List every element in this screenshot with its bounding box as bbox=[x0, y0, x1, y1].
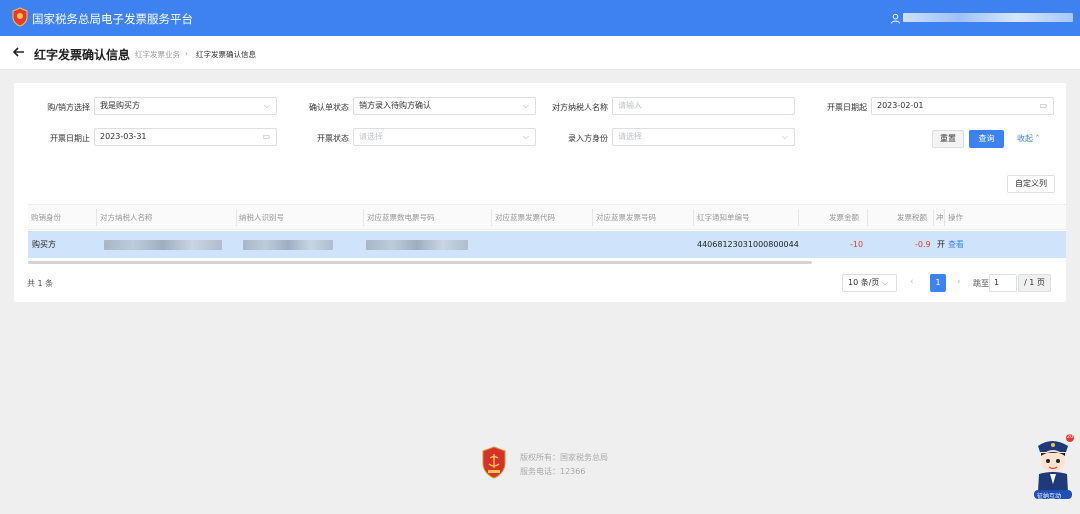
filter-label-date-start: 开票日期起 bbox=[827, 103, 867, 112]
col-header: 发票税额 bbox=[897, 213, 927, 222]
tax-bureau-emblem-icon bbox=[482, 446, 506, 479]
assistant-label: 征纳互动 bbox=[1037, 493, 1062, 500]
prev-page-icon[interactable]: ‹ bbox=[910, 277, 914, 287]
table-row[interactable]: 购买方 44068123031000800044 -10 -0.9 开 查看 bbox=[28, 231, 1066, 258]
cell-role: 购买方 bbox=[32, 240, 56, 249]
user-icon[interactable] bbox=[890, 13, 901, 24]
user-name-redacted[interactable] bbox=[903, 13, 1073, 22]
date-start-picker[interactable]: 2023-02-01 ▭ bbox=[871, 97, 1054, 115]
redacted-counterparty-name bbox=[104, 240, 222, 250]
back-arrow-icon[interactable] bbox=[12, 45, 26, 59]
horizontal-scrollbar[interactable] bbox=[28, 261, 812, 264]
page-number-current[interactable]: 1 bbox=[930, 274, 946, 292]
party-select[interactable]: 我是购买方 ⌵ bbox=[94, 97, 277, 115]
filter-label-party: 购/销方选择 bbox=[47, 103, 90, 112]
date-end-picker[interactable]: 2023-03-31 ▭ bbox=[94, 128, 277, 146]
custom-columns-button[interactable]: 自定义列 bbox=[1007, 175, 1055, 193]
filter-label-entry-role: 录入方身份 bbox=[568, 134, 608, 143]
redacted-taxpayer-id bbox=[243, 240, 333, 250]
page-title: 红字发票确认信息 bbox=[34, 48, 131, 62]
counterparty-input[interactable]: 请输入 bbox=[612, 97, 795, 115]
tax-emblem-icon bbox=[12, 7, 28, 27]
col-header: 对方纳税人名称 bbox=[100, 213, 153, 222]
col-header: 对应蓝票数电票号码 bbox=[367, 213, 435, 222]
col-header: 对应蓝票发票号码 bbox=[596, 213, 656, 222]
filter-label-counterparty: 对方纳税人名称 bbox=[552, 103, 608, 112]
confirm-status-select[interactable]: 销方录入待购方确认 ⌵ bbox=[353, 97, 536, 115]
col-header: 操作 bbox=[948, 213, 963, 222]
col-header: 发票金额 bbox=[829, 213, 859, 222]
reset-button[interactable]: 重置 bbox=[932, 130, 964, 148]
cell-status-truncated: 开 bbox=[937, 240, 945, 249]
redacted-blue-invoice-no bbox=[366, 240, 468, 250]
table-header: 购销身份 对方纳税人名称 纳税人识别号 对应蓝票数电票号码 对应蓝票发票代码 对… bbox=[28, 204, 1066, 230]
page-size-select[interactable]: 10 条/页 ⌵ bbox=[842, 274, 897, 292]
query-card: 购/销方选择 我是购买方 ⌵ 确认单状态 销方录入待购方确认 ⌵ 对方纳税人名称… bbox=[14, 83, 1066, 302]
footer-copyright: 版权所有：国家税务总局 bbox=[520, 453, 608, 462]
col-header: 购销身份 bbox=[31, 213, 61, 222]
breadcrumb-parent[interactable]: 红字发票业务 bbox=[135, 49, 180, 60]
top-bar: 国家税务总局电子发票服务平台 bbox=[0, 0, 1080, 36]
next-page-icon[interactable]: › bbox=[957, 277, 961, 287]
col-header: 对应蓝票发票代码 bbox=[495, 213, 555, 222]
filter-label-invoice-status: 开票状态 bbox=[317, 134, 349, 143]
cell-tax: -0.9 bbox=[915, 240, 931, 249]
invoice-status-select[interactable]: 请选择 ⌵ bbox=[353, 128, 536, 146]
breadcrumb-separator: › bbox=[185, 49, 188, 58]
collapse-toggle[interactable]: 收起 ˄ bbox=[1017, 133, 1040, 144]
col-header: 红字通知单编号 bbox=[697, 213, 750, 222]
filter-label-date-end: 开票日期止 bbox=[50, 134, 90, 143]
total-count: 共 1 条 bbox=[27, 279, 54, 288]
total-pages: / 1 页 bbox=[1018, 274, 1051, 292]
entry-role-select[interactable]: 请选择 ⌵ bbox=[612, 128, 795, 146]
filter-label-confirm-status: 确认单状态 bbox=[309, 103, 349, 112]
footer-phone: 服务电话：12366 bbox=[520, 467, 586, 476]
cell-amount: -10 bbox=[850, 240, 864, 249]
view-link[interactable]: 查看 bbox=[948, 231, 964, 258]
assistant-badge: 20 bbox=[1066, 434, 1074, 440]
chevron-down-icon: ⌵ bbox=[781, 132, 788, 141]
query-button[interactable]: 查询 bbox=[969, 130, 1004, 148]
page-header: 红字发票确认信息 红字发票业务 › 红字发票确认信息 bbox=[0, 36, 1080, 70]
calendar-icon: ▭ bbox=[1039, 101, 1047, 110]
jump-label: 跳至 bbox=[973, 279, 989, 288]
chevron-up-icon: ˄ bbox=[1035, 134, 1040, 143]
cell-notice-no: 44068123031000800044 bbox=[697, 240, 799, 249]
col-header: 冲 bbox=[936, 213, 944, 222]
col-header: 纳税人识别号 bbox=[239, 213, 284, 222]
jump-page-input[interactable]: 1 bbox=[989, 274, 1017, 292]
chevron-down-icon: ⌵ bbox=[881, 278, 889, 287]
assistant-mascot[interactable]: 20 征纳互动 bbox=[1030, 434, 1076, 500]
breadcrumb-current: 红字发票确认信息 bbox=[196, 50, 256, 59]
app-title: 国家税务总局电子发票服务平台 bbox=[32, 12, 193, 26]
